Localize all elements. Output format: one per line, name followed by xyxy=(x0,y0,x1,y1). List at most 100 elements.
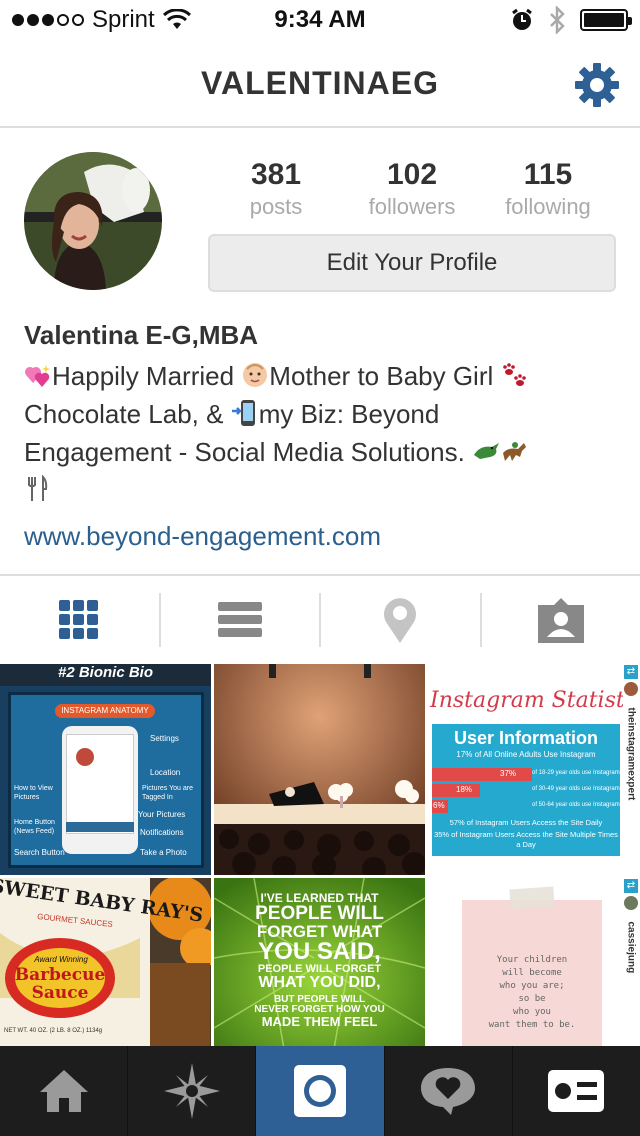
product-net-weight: NET WT. 40 OZ. (2 LB. 8 OZ.) 1134g xyxy=(4,1028,103,1034)
nav-activity[interactable] xyxy=(385,1046,513,1136)
infographic-subtitle: User Information xyxy=(453,728,599,748)
bottom-navigation xyxy=(0,1046,640,1136)
profile-stats: 381 posts 102 followers 115 following xyxy=(208,158,616,220)
profile-header: VALENTINAEG xyxy=(0,40,640,128)
infographic-banner: INSTAGRAM ANATOMY xyxy=(55,704,155,718)
infographic-label: Notifications xyxy=(140,828,184,837)
carrier-name: Sprint xyxy=(92,6,155,33)
post-thumbnail[interactable] xyxy=(214,664,425,875)
followers-label: followers xyxy=(368,194,456,219)
quote-line: YOU SAID, xyxy=(258,938,381,965)
bio-line2-b: my Biz: Beyond xyxy=(258,399,440,429)
nav-explore[interactable] xyxy=(128,1046,257,1136)
explore-star-icon xyxy=(163,1063,220,1119)
product-name: Barbecue Sauce xyxy=(14,965,106,1003)
infographic-label: Pictures You are Tagged In xyxy=(142,785,193,801)
posts-label: posts xyxy=(249,194,303,219)
post-thumbnail[interactable]: Instagram Statistic User Information 17%… xyxy=(428,664,639,875)
infographic-label: Your Pictures xyxy=(138,810,186,819)
edit-profile-button[interactable]: Edit Your Profile xyxy=(208,234,616,292)
tab-map-view[interactable] xyxy=(321,593,482,647)
profile-card-icon xyxy=(548,1070,605,1112)
status-right xyxy=(510,6,632,34)
quote-text: Your children will become who you are; s… xyxy=(462,954,602,1032)
nav-profile[interactable] xyxy=(513,1046,640,1136)
signal-strength-icon xyxy=(12,14,84,26)
quote-line: PEOPLE WILL xyxy=(255,903,384,924)
quote-line: want them to be. xyxy=(488,1020,576,1030)
website-link[interactable]: www.beyond-engagement.com xyxy=(24,521,624,552)
infographic-label: Settings xyxy=(150,734,179,743)
quote-line: Your children xyxy=(496,955,568,965)
stat-footer: 35% of Instagram Users Access the Site M… xyxy=(434,830,618,849)
horse-racing-icon xyxy=(503,442,527,461)
stat-percent: 6% xyxy=(433,801,445,810)
bluetooth-icon xyxy=(550,6,565,34)
tab-list-view[interactable] xyxy=(161,593,321,647)
post-title: #2 Bionic Bio xyxy=(57,664,154,681)
tab-grid-view[interactable] xyxy=(0,593,161,647)
repost-username: cassiejung xyxy=(625,921,637,974)
tagged-person-icon xyxy=(537,598,584,643)
following-stat[interactable]: 115 following xyxy=(480,158,616,220)
baby-icon xyxy=(243,363,268,387)
crocodile-icon xyxy=(474,443,500,459)
followers-stat[interactable]: 102 followers xyxy=(344,158,480,220)
full-name: Valentina E-G,MBA xyxy=(24,320,259,350)
tab-tagged-photos[interactable] xyxy=(482,593,640,647)
quote-line: WHAT YOU DID, xyxy=(258,974,381,991)
mobile-phone-arrow-icon xyxy=(231,400,255,426)
grid-icon xyxy=(59,600,99,639)
post-thumbnail[interactable]: Your children will become who you are; s… xyxy=(428,878,639,1046)
repost-icon: ⇄ xyxy=(624,879,638,893)
stat-footer: 57% of Instagram Users Access the Site D… xyxy=(449,818,603,827)
following-count: 115 xyxy=(523,158,573,191)
infographic-label: Search Button xyxy=(14,848,65,857)
fork-knife-icon xyxy=(28,475,48,501)
nav-camera[interactable] xyxy=(256,1046,385,1136)
post-thumbnail[interactable]: SWEET BABY RAY'S GOURMET SAUCES Award Wi… xyxy=(0,878,211,1046)
settings-gear-icon[interactable] xyxy=(574,62,620,108)
list-icon xyxy=(217,602,262,637)
quote-line: who you are; xyxy=(499,981,565,991)
product-award: Award Winning xyxy=(34,955,88,964)
bio-line2-a: Chocolate Lab, & xyxy=(24,399,231,429)
avatar-photo xyxy=(24,152,162,290)
infographic-label: How to View Pictures xyxy=(14,785,53,801)
bio-line1-a: Happily Married xyxy=(52,361,242,391)
status-bar: Sprint 9:34 AM xyxy=(0,0,640,40)
stat-percent: 37% xyxy=(500,769,517,778)
post-thumbnail[interactable]: I'VE LEARNED THAT PEOPLE WILL FORGET WHA… xyxy=(214,878,425,1046)
nav-home[interactable] xyxy=(0,1046,129,1136)
sparkling-hearts-icon xyxy=(25,365,50,387)
concert-stage-photo xyxy=(214,664,425,875)
infographic-line: 17% of All Online Adults Use Instagram xyxy=(456,750,596,759)
wifi-icon xyxy=(162,9,191,29)
bio-line1-b: Mother to Baby Girl xyxy=(269,361,501,391)
photo-grid: #2 Bionic Bio INSTAGRAM ANATOMY Settings… xyxy=(0,664,640,1046)
bio: Valentina E-G,MBA Happily Married Mother… xyxy=(24,320,624,552)
bio-line3: Engagement - Social Media Solutions. xyxy=(24,437,473,467)
infographic-label: Take a Photo xyxy=(140,848,187,857)
location-pin-icon xyxy=(384,598,417,643)
stat-description: of 50-64 year olds use Instagram xyxy=(532,802,620,808)
alarm-icon xyxy=(512,8,532,30)
posts-stat[interactable]: 381 posts xyxy=(208,158,344,220)
infographic-title: Instagram Statistic xyxy=(430,688,639,713)
quote-line: will become xyxy=(502,968,562,978)
infographic-label: Location xyxy=(150,768,181,777)
followers-count: 102 xyxy=(386,158,438,191)
repost-icon: ⇄ xyxy=(624,665,638,679)
following-label: following xyxy=(505,194,591,219)
home-icon xyxy=(39,1070,88,1112)
quote-line: MADE THEM FEEL xyxy=(261,1014,378,1029)
battery-icon xyxy=(580,9,632,31)
page-title: VALENTINAEG xyxy=(201,64,439,101)
avatar[interactable] xyxy=(24,152,162,290)
paw-prints-icon xyxy=(502,363,526,386)
quote-line: who you xyxy=(513,1007,551,1017)
repost-username: theinstagramexpert xyxy=(625,707,637,801)
stat-description: of 18-29 year olds use Instagram xyxy=(532,770,620,776)
post-thumbnail[interactable]: #2 Bionic Bio INSTAGRAM ANATOMY Settings… xyxy=(0,664,211,875)
posts-count: 381 xyxy=(250,158,302,191)
